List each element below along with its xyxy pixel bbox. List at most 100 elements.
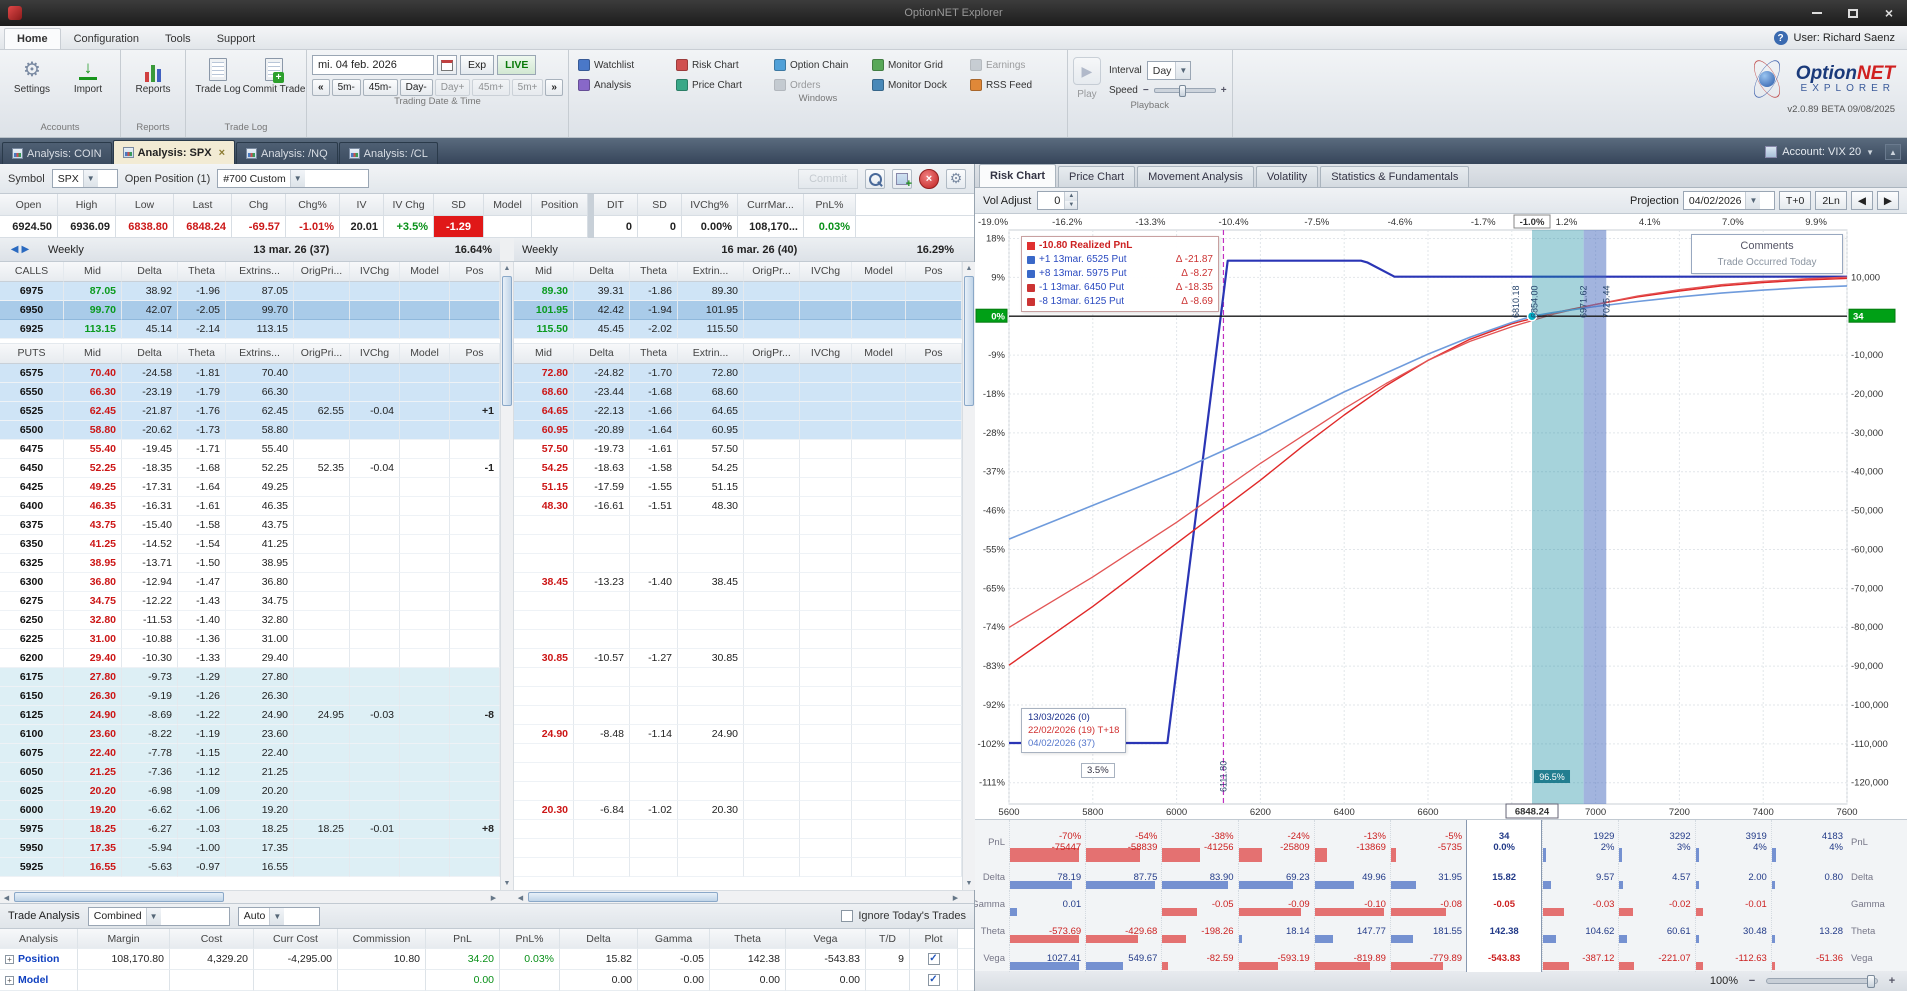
menu-tab-support[interactable]: Support (204, 28, 269, 49)
option-chain-row[interactable]: 6125 24.90 -8.69 -1.22 24.90 24.95 -0.03 -8 (0, 706, 974, 725)
option-chain-row[interactable]: 6225 31.00 -10.88 -1.36 31.00 (0, 630, 974, 649)
symbol-select[interactable]: SPX ▼ (51, 169, 118, 188)
spin-up-icon[interactable]: ▲ (1065, 192, 1078, 201)
zoom-slider[interactable] (1766, 975, 1878, 988)
tab-movement-analysis[interactable]: Movement Analysis (1137, 166, 1254, 187)
import-button[interactable]: ↓ Import (61, 53, 115, 98)
trading-date-input[interactable]: mi. 04 feb. 2026 (312, 55, 434, 75)
tab-price-chart[interactable]: Price Chart (1058, 166, 1136, 187)
speed-minus-button[interactable]: − (1143, 85, 1149, 96)
strategy-select[interactable]: #700 Custom ▼ (217, 169, 370, 188)
chevron-down-icon[interactable]: ▼ (1866, 148, 1874, 157)
scrollbar-thumb[interactable] (528, 892, 718, 902)
doc-tab-analysis-cl[interactable]: Analysis: /CL (338, 142, 438, 164)
time-forward-button-5m-[interactable]: 5m+ (511, 79, 544, 96)
expand-icon[interactable]: + (5, 954, 14, 964)
option-chain-row[interactable]: 5975 18.25 -6.27 -1.03 18.25 18.25 -0.01 +8 (0, 820, 974, 839)
positions-legend[interactable]: -10.80 Realized PnL +1 13mar. 6525 Put Δ … (1021, 236, 1219, 312)
add-grid-icon[interactable] (892, 168, 912, 190)
scroll-right-icon[interactable]: ▶ (487, 891, 500, 904)
option-chain-row[interactable]: 6200 29.40 -10.30 -1.33 29.40 30.85 -10.57 -1.2… (0, 649, 974, 668)
speed-plus-button[interactable]: + (1221, 85, 1227, 96)
t0-button[interactable]: T+0 (1778, 191, 1812, 210)
interval-select[interactable]: Day ▼ (1146, 61, 1192, 80)
scrollbar-thumb[interactable] (502, 276, 512, 406)
window-button-monitor-grid[interactable]: Monitor Grid (868, 57, 964, 73)
help-icon[interactable]: ? (1773, 31, 1788, 45)
exp-button[interactable]: Exp (460, 55, 495, 75)
plot-checkbox[interactable]: ✓ (927, 974, 940, 986)
projection-dates-box[interactable]: 13/03/2026 (0) 22/02/2026 (19) T+18 04/02/… (1021, 708, 1127, 753)
option-chain-row[interactable]: 6000 19.20 -6.62 -1.06 19.20 20.30 -6.84 -1.02 2… (0, 801, 974, 820)
option-chain-row[interactable]: 6275 34.75 -12.22 -1.43 34.75 (0, 592, 974, 611)
option-chain-row[interactable]: 6450 52.25 -18.35 -1.68 52.25 52.35 -0.04 -1 54.… (0, 459, 974, 478)
vertical-scrollbar[interactable]: ▲ ▼ (500, 262, 514, 890)
option-chain-row[interactable]: 6175 27.80 -9.73 -1.29 27.80 (0, 668, 974, 687)
prev-projection-icon[interactable]: ◀ (1850, 191, 1873, 210)
trade-log-button[interactable]: Trade Log (191, 53, 245, 98)
time-back-button-day-[interactable]: Day- (399, 79, 433, 96)
option-chain-row[interactable]: 6425 49.25 -17.31 -1.64 49.25 51.15 -17.59 -1.5… (0, 478, 974, 497)
option-chain-row[interactable]: 6925 113.15 45.14 -2.14 113.15 115.50 45.45 -2.… (0, 320, 975, 339)
ignore-trades-checkbox[interactable] (841, 910, 854, 922)
time-back-button-5m-[interactable]: 5m- (331, 79, 361, 96)
comments-box[interactable]: Comments Trade Occurred Today (1691, 234, 1843, 274)
expiry-type[interactable]: Weekly (522, 244, 602, 256)
play-button[interactable]: ▶ Play (1072, 57, 1101, 100)
option-chain-row[interactable]: 6300 36.80 -12.94 -1.47 36.80 38.45 -13.23 -1.4… (0, 573, 974, 592)
zoom-out-button[interactable]: − (1745, 975, 1759, 987)
option-chain-row[interactable]: 6100 23.60 -8.22 -1.19 23.60 24.90 -8.48 -1.14 2… (0, 725, 974, 744)
gear-icon[interactable]: ⚙ (946, 168, 966, 189)
menu-tab-tools[interactable]: Tools (152, 28, 204, 49)
window-button-watchlist[interactable]: Watchlist (574, 57, 670, 73)
analysis-auto-select[interactable]: Auto ▼ (237, 906, 320, 926)
analysis-mode-select[interactable]: Combined ▼ (87, 906, 230, 926)
window-button-price-chart[interactable]: Price Chart (672, 77, 768, 93)
zoom-slider-thumb[interactable] (1867, 975, 1875, 988)
tab-statistics-fundamentals[interactable]: Statistics & Fundamentals (1320, 166, 1470, 187)
zoom-in-button[interactable]: + (1885, 975, 1899, 987)
option-chain-row[interactable]: 6975 87.05 38.92 -1.96 87.05 89.30 39.31 -1.86 8… (0, 282, 975, 301)
next-expiry-icon[interactable]: ▶ (22, 244, 30, 255)
doc-tab-analysis-spx[interactable]: Analysis: SPX × (112, 140, 235, 164)
live-button[interactable]: LIVE (497, 55, 537, 75)
analysis-row-model[interactable]: + Model 0.00 0.00 0.00 0.00 0.00 ✓ (0, 970, 974, 991)
close-button[interactable]: × (1871, 0, 1907, 26)
option-chain-row[interactable]: 6550 66.30 -23.19 -1.79 66.30 68.60 -23.44 -1.6… (0, 383, 974, 402)
spin-down-icon[interactable]: ▼ (1065, 200, 1078, 209)
option-chain-row[interactable]: 6250 32.80 -11.53 -1.40 32.80 (0, 611, 974, 630)
scroll-left-icon[interactable]: ◀ (514, 891, 527, 904)
vol-change-box[interactable]: 3.5% (1081, 763, 1115, 778)
doc-tab-analysis-coin[interactable]: Analysis: COIN (2, 142, 112, 164)
option-chain-row[interactable]: 6950 99.70 42.07 -2.05 99.70 101.95 42.42 -1.94… (0, 301, 975, 320)
lines-button[interactable]: 2Ln (1815, 191, 1847, 210)
time-forward-button-day-[interactable]: Day+ (434, 79, 471, 96)
scroll-left-icon[interactable]: ◀ (0, 891, 13, 904)
plot-checkbox[interactable]: ✓ (927, 953, 940, 965)
option-chain-row[interactable]: 6025 20.20 -6.98 -1.09 20.20 (0, 782, 974, 801)
calendar-button[interactable] (437, 55, 457, 75)
window-button-monitor-dock[interactable]: Monitor Dock (868, 77, 964, 93)
window-button-risk-chart[interactable]: Risk Chart (672, 57, 768, 73)
risk-chart-canvas[interactable]: 18% 9% 10,000 0% 34 -9% -10,000 -18% -20,000 -28%… (975, 214, 1907, 819)
option-chain-row[interactable]: 6500 58.80 -20.62 -1.73 58.80 60.95 -20.89 -1.6… (0, 421, 974, 440)
vertical-scrollbar[interactable]: ▲ ▼ (962, 262, 975, 890)
jump-back-button[interactable]: « (312, 79, 330, 96)
expiry-type[interactable]: Weekly (48, 244, 128, 256)
option-chain-row[interactable]: 5950 17.35 -5.94 -1.00 17.35 (0, 839, 974, 858)
option-chain-row[interactable]: 6325 38.95 -13.71 -1.50 38.95 (0, 554, 974, 573)
expand-icon[interactable]: + (5, 975, 14, 985)
option-chain-row[interactable]: 6075 22.40 -7.78 -1.15 22.40 (0, 744, 974, 763)
option-chain-row[interactable]: 6350 41.25 -14.52 -1.54 41.25 (0, 535, 974, 554)
time-back-button-45m-[interactable]: 45m- (362, 79, 398, 96)
option-chain-row[interactable]: 6050 21.25 -7.36 -1.12 21.25 (0, 763, 974, 782)
scroll-down-icon[interactable]: ▼ (963, 877, 975, 890)
window-button-analysis[interactable]: Analysis (574, 77, 670, 93)
vol-adjust-stepper[interactable]: 0 ▲ ▼ (1037, 191, 1079, 210)
scroll-up-icon[interactable]: ▲ (963, 262, 975, 275)
menu-tab-home[interactable]: Home (4, 28, 61, 49)
scrollbar-thumb[interactable] (14, 892, 224, 902)
account-label[interactable]: Account: VIX 20 (1782, 146, 1861, 158)
next-projection-icon[interactable]: ▶ (1876, 191, 1899, 210)
jump-forward-button[interactable]: » (545, 79, 563, 96)
